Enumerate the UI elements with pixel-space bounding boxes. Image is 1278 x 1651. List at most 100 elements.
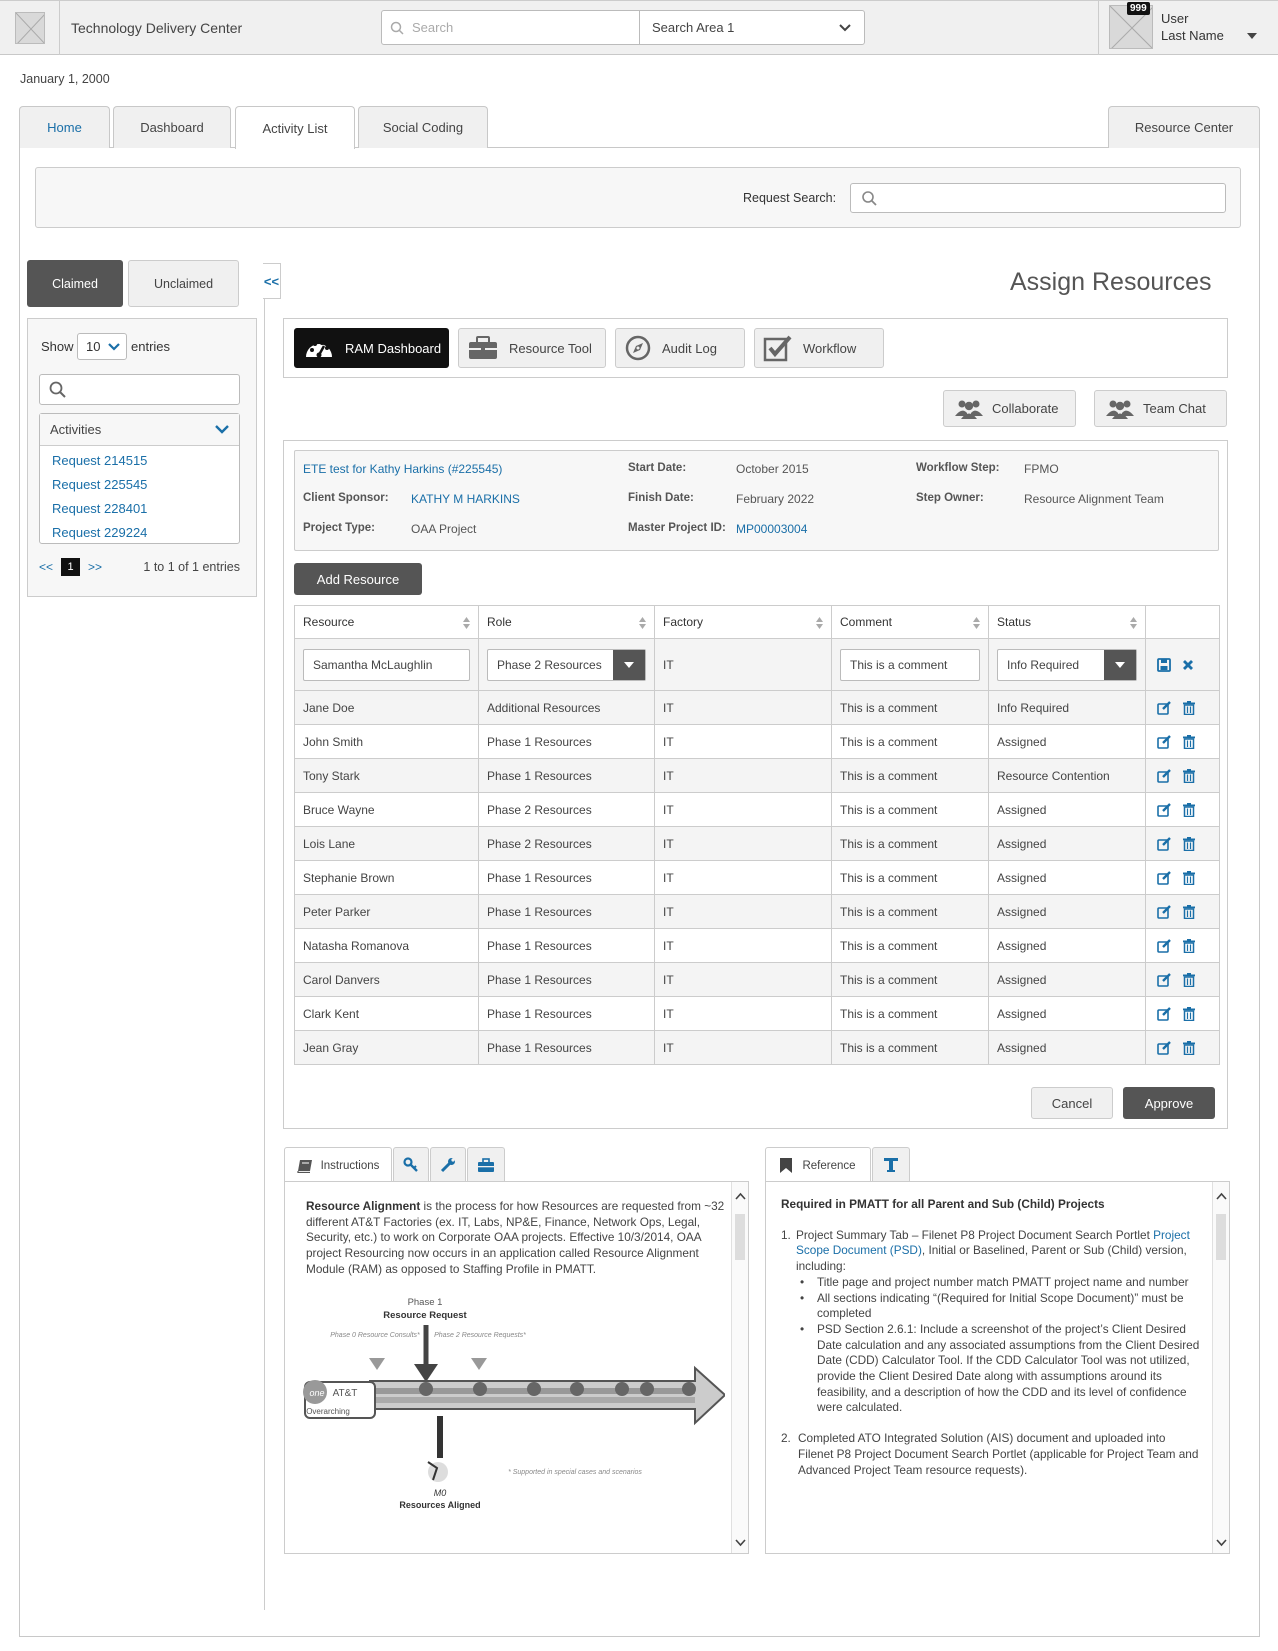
- cell-status: Assigned: [988, 860, 1146, 895]
- request-search-input[interactable]: [850, 183, 1226, 213]
- activity-search-input[interactable]: [39, 374, 240, 405]
- column-header-resource[interactable]: Resource: [294, 605, 479, 639]
- approve-button[interactable]: Approve: [1123, 1087, 1215, 1119]
- reference-scrollbar[interactable]: [1212, 1182, 1229, 1553]
- master-id-link[interactable]: MP00003004: [736, 522, 807, 536]
- tab-activity-list[interactable]: Activity List: [235, 106, 355, 149]
- trash-icon[interactable]: [1183, 904, 1195, 919]
- edit-icon[interactable]: [1157, 700, 1172, 715]
- table-row: Natasha Romanova Phase 1 Resources IT This …: [294, 928, 1220, 963]
- tab-text-format[interactable]: [872, 1147, 910, 1182]
- pager-next[interactable]: >>: [88, 560, 102, 574]
- list-item: • All sections indicating “(Required for …: [796, 1291, 1201, 1322]
- save-icon[interactable]: [1157, 657, 1171, 672]
- cell-actions: [1145, 996, 1220, 1031]
- chevron-down-icon[interactable]: [735, 1539, 746, 1547]
- tab-social-coding[interactable]: Social Coding: [358, 106, 488, 148]
- trash-icon[interactable]: [1183, 938, 1195, 953]
- chevron-up-icon[interactable]: [1216, 1192, 1227, 1200]
- tab-reference[interactable]: Reference: [765, 1147, 871, 1183]
- scroll-thumb[interactable]: [1216, 1214, 1226, 1260]
- edit-icon[interactable]: [1157, 802, 1172, 817]
- role-select[interactable]: Phase 2 Resources: [487, 648, 646, 681]
- pager-prev[interactable]: <<: [39, 560, 53, 574]
- tab-wrench[interactable]: [430, 1147, 466, 1182]
- cell-comment: This is a comment: [831, 690, 989, 725]
- collapse-sidebar-button[interactable]: <<: [263, 263, 281, 299]
- cell-resource: John Smith: [294, 724, 479, 759]
- table-row: Carol Danvers Phase 1 Resources IT This is …: [294, 962, 1220, 997]
- team-chat-button[interactable]: Team Chat: [1094, 390, 1227, 427]
- trash-icon[interactable]: [1183, 1006, 1195, 1021]
- trash-icon[interactable]: [1183, 768, 1195, 783]
- trash-icon[interactable]: [1183, 870, 1195, 885]
- tab-resource-center[interactable]: Resource Center: [1108, 106, 1260, 148]
- tab-home[interactable]: Home: [19, 106, 110, 148]
- close-icon[interactable]: [1182, 659, 1194, 671]
- column-header-role[interactable]: Role: [478, 605, 655, 639]
- add-resource-button[interactable]: Add Resource: [294, 563, 422, 595]
- column-header-factory[interactable]: Factory: [654, 605, 832, 639]
- page-title: Assign Resources: [1010, 268, 1212, 296]
- tab-briefcase[interactable]: [467, 1147, 505, 1182]
- notification-badge[interactable]: 999: [1127, 2, 1150, 15]
- edit-icon[interactable]: [1157, 1006, 1172, 1021]
- status-select[interactable]: Info Required: [997, 648, 1137, 681]
- edit-icon[interactable]: [1157, 972, 1172, 987]
- chevron-down-icon[interactable]: [1216, 1539, 1227, 1547]
- comment-input[interactable]: This is a comment: [840, 648, 980, 681]
- entries-select[interactable]: 10: [77, 333, 127, 360]
- column-label: Comment: [840, 615, 893, 629]
- finish-date-label: Finish Date:: [628, 492, 694, 504]
- cancel-button[interactable]: Cancel: [1031, 1087, 1113, 1119]
- select-arrow[interactable]: [1104, 649, 1136, 680]
- list-item[interactable]: Request 225545: [40, 472, 239, 496]
- claimed-button[interactable]: Claimed: [27, 260, 123, 307]
- list-item[interactable]: Request 229224: [40, 520, 239, 544]
- trash-icon[interactable]: [1183, 972, 1195, 987]
- search-input[interactable]: Search: [382, 11, 640, 44]
- edit-icon[interactable]: [1157, 1040, 1172, 1055]
- tab-dashboard[interactable]: Dashboard: [113, 106, 231, 148]
- edit-icon[interactable]: [1157, 734, 1172, 749]
- column-header-comment[interactable]: Comment: [831, 605, 989, 639]
- activities-label: Activities: [50, 422, 102, 437]
- edit-icon[interactable]: [1157, 870, 1172, 885]
- collaborate-label: Collaborate: [992, 401, 1059, 416]
- briefcase-icon: [469, 336, 497, 359]
- column-header-status[interactable]: Status: [988, 605, 1146, 639]
- edit-icon[interactable]: [1157, 904, 1172, 919]
- trash-icon[interactable]: [1183, 734, 1195, 749]
- tab-key[interactable]: [393, 1147, 429, 1182]
- tab-instructions[interactable]: Instructions: [284, 1147, 392, 1183]
- cell-actions: [1145, 758, 1220, 793]
- pager-current-page[interactable]: 1: [61, 558, 81, 576]
- trash-icon[interactable]: [1183, 802, 1195, 817]
- edit-icon[interactable]: [1157, 836, 1172, 851]
- resource-input[interactable]: Samantha McLaughlin: [303, 648, 470, 681]
- activities-header[interactable]: Activities: [40, 414, 239, 446]
- app-logo[interactable]: [0, 0, 60, 55]
- collaborate-button[interactable]: Collaborate: [943, 390, 1076, 427]
- user-menu[interactable]: User Last Name: [1098, 0, 1278, 55]
- edit-icon[interactable]: [1157, 768, 1172, 783]
- list-item[interactable]: Request 214515: [40, 448, 239, 472]
- list-item[interactable]: Request 228401: [40, 496, 239, 520]
- project-name-link[interactable]: ETE test for Kathy Harkins (#225545): [303, 462, 502, 476]
- ram-dashboard-button[interactable]: RAM Dashboard: [294, 328, 449, 368]
- client-sponsor-link[interactable]: KATHY M HARKINS: [411, 492, 520, 506]
- audit-log-button[interactable]: Audit Log: [615, 328, 745, 368]
- resource-tool-button[interactable]: Resource Tool: [458, 328, 606, 368]
- trash-icon[interactable]: [1183, 1040, 1195, 1055]
- trash-icon[interactable]: [1183, 836, 1195, 851]
- trash-icon[interactable]: [1183, 700, 1195, 715]
- edit-icon[interactable]: [1157, 938, 1172, 953]
- chevron-up-icon[interactable]: [735, 1192, 746, 1200]
- scroll-thumb[interactable]: [735, 1214, 745, 1260]
- select-arrow[interactable]: [613, 649, 645, 680]
- search-area-select[interactable]: Search Area 1: [640, 11, 864, 44]
- workflow-button[interactable]: Workflow: [754, 328, 884, 368]
- cell-factory: IT: [654, 724, 832, 759]
- instructions-scrollbar[interactable]: [731, 1182, 748, 1553]
- unclaimed-button[interactable]: Unclaimed: [128, 260, 239, 307]
